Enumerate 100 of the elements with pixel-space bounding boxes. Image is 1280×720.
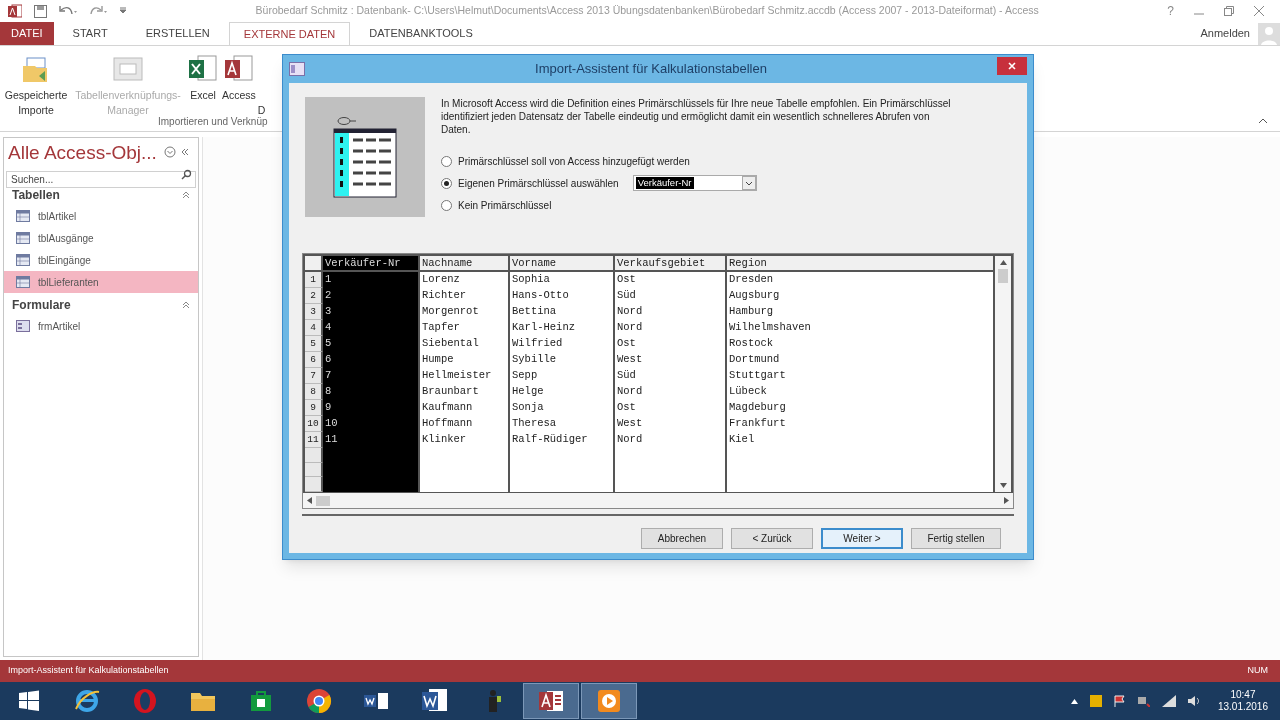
browser-e-icon[interactable] [73, 687, 101, 715]
play-icon[interactable] [597, 689, 621, 713]
nav-item[interactable]: tblLieferanten [4, 271, 198, 293]
wizard-button[interactable]: < Zurück [731, 528, 813, 549]
column-heading[interactable]: Verkaufsgebiet [615, 256, 727, 270]
grid-corner[interactable] [305, 256, 323, 270]
signal-icon[interactable] [1161, 695, 1176, 707]
collapse-icon[interactable] [180, 147, 190, 157]
ribbon-tab[interactable]: ERSTELLEN [126, 22, 229, 45]
table-cell: Bettina [510, 304, 615, 320]
nav-item[interactable]: tblEingänge [4, 249, 198, 271]
scroll-down-icon[interactable] [999, 483, 1007, 488]
table-cell: Dortmund [727, 352, 995, 368]
access-logo-icon [8, 4, 22, 18]
table-cell: Frankfurt [727, 416, 995, 432]
scroll-thumb[interactable] [998, 269, 1008, 283]
collapse-up-icon[interactable] [182, 191, 190, 199]
column-heading[interactable]: Region [727, 256, 995, 270]
nav-item[interactable]: frmArtikel [4, 315, 198, 337]
table-cell: Klinker [420, 432, 510, 448]
scroll-up-icon[interactable] [999, 260, 1007, 265]
row-header[interactable]: 11 [305, 432, 323, 448]
speaker-icon[interactable] [1187, 695, 1202, 707]
ribbon-button[interactable]: Gespeicherte Importe [2, 54, 70, 118]
wizard-button[interactable]: Weiter > [821, 528, 903, 549]
save-icon[interactable] [34, 4, 47, 18]
ribbon-button[interactable]: D [257, 54, 266, 118]
ribbon-tab[interactable]: DATENBANKTOOLS [350, 22, 492, 45]
redo-icon[interactable] [89, 5, 107, 17]
ribbon-tab[interactable]: DATEI [0, 22, 54, 45]
undo-icon[interactable] [59, 5, 77, 17]
data-grid[interactable] [303, 254, 1013, 492]
table-cell: Ralf-Rüdiger [510, 432, 615, 448]
row-header[interactable]: 5 [305, 336, 323, 352]
word-icon[interactable] [421, 688, 449, 714]
ribbon-tab[interactable]: EXTERNE DATEN [228, 22, 351, 45]
flag-icon[interactable] [1113, 695, 1126, 707]
nav-item[interactable]: tblArtikel [4, 205, 198, 227]
table-cell: Hamburg [727, 304, 995, 320]
status-text: Import-Assistent für Kalkulationstabellen [8, 664, 169, 678]
radio-option[interactable]: Primärschlüssel soll von Access hinzugefügt werden [441, 153, 690, 169]
document-w-icon[interactable] [364, 691, 390, 711]
radio-option[interactable]: Kein Primärschlüssel [441, 197, 552, 213]
row-header[interactable]: 10 [305, 416, 323, 432]
row-header[interactable]: 7 [305, 368, 323, 384]
chrome-icon[interactable] [306, 688, 332, 714]
wizard-button[interactable]: Abbrechen [641, 528, 723, 549]
table-cell: Hoffmann [420, 416, 510, 432]
restore-icon[interactable] [1224, 6, 1234, 16]
help-button[interactable]: ? [1167, 2, 1174, 20]
nav-item[interactable]: tblAusgänge [4, 227, 198, 249]
search-field[interactable]: Suchen... [6, 171, 196, 188]
collapse-ribbon-icon[interactable] [1258, 117, 1268, 125]
network-icon[interactable] [1137, 695, 1150, 707]
table-cell: Süd [615, 368, 727, 384]
vertical-scrollbar[interactable] [995, 256, 1011, 492]
sign-in-link[interactable]: Anmelden [1200, 25, 1250, 42]
access-icon[interactable] [537, 689, 565, 713]
horizontal-scrollbar[interactable] [303, 492, 1013, 508]
column-heading[interactable]: Verkäufer-Nr [323, 256, 420, 270]
row-header[interactable]: 4 [305, 320, 323, 336]
table-cell: Helge [510, 384, 615, 400]
table-cell: Lübeck [727, 384, 995, 400]
taskbar-clock[interactable]: 10:47 13.01.2016 [1217, 689, 1268, 713]
description-text: In Microsoft Access wird die Definition eines Primärschlüssels für Ihre neue Tabelle empfohlen. Ein Primärschlüssel identifiziert jeden Datensatz der Tabelle eindeutig und ermöglicht damit ein wesentlich schnelleres Abrufen von Daten. [441, 97, 952, 136]
shopping-bag-icon[interactable] [249, 689, 273, 713]
customize-caret-icon[interactable] [119, 7, 127, 15]
row-header[interactable]: 2 [305, 288, 323, 304]
group-heading: Formulare [12, 297, 71, 314]
tray-arrow-icon[interactable] [1070, 698, 1078, 704]
row-header[interactable] [305, 448, 323, 463]
radio-option[interactable]: Eigenen Primärschlüssel auswählen [441, 175, 619, 191]
close-icon[interactable] [1254, 6, 1264, 16]
table-cell: Magdeburg [727, 400, 995, 416]
scroll-left-icon[interactable] [307, 497, 312, 504]
windows-logo-icon[interactable] [18, 690, 40, 712]
table-cell: 2 [323, 288, 420, 304]
table-cell: Sonja [510, 400, 615, 416]
column-heading[interactable]: Vorname [510, 256, 615, 270]
row-header[interactable] [305, 477, 323, 492]
row-header[interactable]: 3 [305, 304, 323, 320]
wizard-button[interactable]: Fertig stellen [911, 528, 1001, 549]
table-cell: 5 [323, 336, 420, 352]
key-field-dropdown[interactable]: Verkäufer-Nr [632, 175, 757, 191]
search-icon[interactable] [181, 169, 192, 180]
row-header[interactable]: 6 [305, 352, 323, 368]
table-cell: Braunbart [420, 384, 510, 400]
scroll-thumb[interactable] [316, 495, 330, 506]
scroll-right-icon[interactable] [1004, 497, 1009, 504]
close-button[interactable] [997, 57, 1027, 75]
tray-app-icon[interactable] [1089, 695, 1102, 707]
column-heading[interactable]: Nachname [420, 256, 510, 270]
row-header[interactable]: 9 [305, 400, 323, 416]
ribbon-tab[interactable]: START [53, 22, 127, 45]
ribbon-button[interactable]: Access [220, 54, 258, 103]
row-header[interactable]: 8 [305, 384, 323, 400]
dropdown-circle-icon[interactable] [164, 146, 176, 158]
row-header[interactable]: 1 [305, 272, 323, 288]
ribbon-button[interactable]: Excel [186, 54, 220, 103]
collapse-up-icon[interactable] [182, 301, 190, 309]
